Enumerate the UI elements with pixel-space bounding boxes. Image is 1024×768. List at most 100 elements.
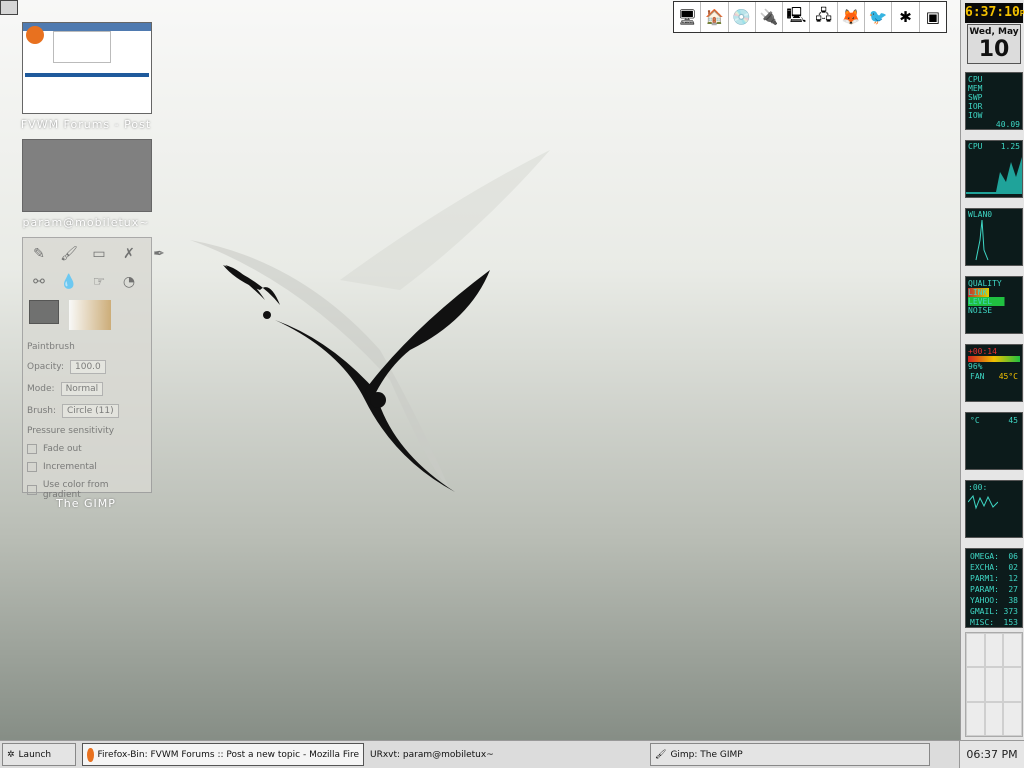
clone-tool-icon[interactable]: ⚯ (27, 270, 51, 294)
temp-value: 45 (1008, 416, 1018, 425)
quality-link: LINK (968, 288, 1020, 297)
quality-level: LEVEL (968, 297, 1020, 306)
minimized-gimp-window[interactable]: ✎ 🖌 ▭ ✗ ✒ ⚯ 💧 ☞ ◔ Paintbrush Opacity: 100… (22, 237, 165, 500)
taskbar-item-firefox-label: Firefox-Bin: FVWM Forums :: Post a new t… (97, 749, 359, 760)
network-icon[interactable]: 🖧 (810, 2, 838, 32)
battery-time: +00:14 (968, 347, 997, 356)
firefox-icon (26, 26, 44, 44)
corner-menu-button[interactable] (0, 0, 18, 15)
wlan-graph-applet: WLAN0 (965, 208, 1023, 266)
wallpaper-bird (190, 150, 550, 492)
cdrom-icon[interactable]: 💿 (729, 2, 756, 32)
pressure-expander[interactable]: Pressure sensitivity (27, 426, 114, 436)
mail-misc: MISC: (970, 618, 995, 627)
mail-omega: OMEGA: (970, 552, 999, 561)
plug-icon[interactable]: 🔌 (756, 2, 784, 32)
taskbar-item-gimp[interactable]: 🖌 Gimp: The GIMP (650, 743, 930, 766)
incremental-label: Incremental (43, 462, 97, 472)
top-launcher-bar: 🖥 🏠 💿 🔌 🖳 🖧 🦊 🐦 ✱ ▣ (673, 1, 947, 33)
right-dock: 6:37:10P Wed, May 10 CPU MEM SWP IOR IOW… (960, 0, 1024, 740)
taskbar-clock: 06:37 PM (959, 741, 1024, 768)
gimp-icon[interactable]: ✱ (892, 2, 920, 32)
taskbar-item-terminal[interactable]: URxvt: param@mobiletux~ (366, 743, 648, 766)
wireless-quality-applet: QUALITY LINK LEVEL NOISE (965, 276, 1023, 334)
gradient-checkbox[interactable] (27, 485, 37, 495)
paintbrush-tool-icon[interactable]: 🖌 (57, 242, 81, 266)
launch-button[interactable]: ✲ Launch (2, 743, 76, 766)
cpu-value: 1.25 (1000, 142, 1020, 151)
cpu-graph (966, 157, 1022, 194)
mail-param: PARAM: (970, 585, 999, 594)
mail-gmail: GMAIL: (970, 607, 999, 616)
launch-label: Launch (18, 749, 52, 760)
mail-parm1: PARM1: (970, 574, 999, 583)
battery-applet: +00:14 96% FAN 45°C (965, 344, 1023, 402)
ink-tool-icon[interactable]: ✒ (147, 242, 171, 266)
mail-yahoo: YAHOO: (970, 596, 999, 605)
taskbar-item-firefox[interactable]: Firefox-Bin: FVWM Forums :: Post a new t… (82, 743, 364, 766)
fan-label: FAN (970, 372, 985, 381)
fan-temp: 45°C (998, 372, 1018, 381)
calendar-applet[interactable]: Wed, May 10 (967, 24, 1021, 64)
calendar-date: 10 (978, 37, 1010, 62)
fade-checkbox[interactable] (27, 444, 37, 454)
mail-gmail-count: 373 (1003, 607, 1018, 616)
sysmon-swp: SWP (968, 93, 983, 102)
mail-applet[interactable]: OMEGA: 06 EXCHA: 02 PARM1: 12 PARAM: 27 YAHO… (965, 548, 1023, 628)
dodge-tool-icon[interactable]: ◔ (117, 270, 141, 294)
fade-label: Fade out (43, 444, 82, 454)
brush-preview[interactable] (69, 300, 111, 330)
dock-clock-time: 6:37:10 (965, 5, 1020, 20)
incremental-checkbox[interactable] (27, 462, 37, 472)
taskbar-item-gimp-label: Gimp: The GIMP (670, 749, 743, 760)
minimized-terminal-window[interactable] (22, 139, 152, 212)
mail-parm1-count: 12 (1008, 574, 1018, 583)
terminal-icon[interactable]: ▣ (920, 2, 946, 32)
minimized-firefox-label: FVWM Forums - Post (20, 118, 152, 131)
sysmon-ior: IOR (968, 102, 983, 111)
minimized-firefox-window[interactable] (22, 22, 152, 114)
thunderbird-icon[interactable]: 🐦 (865, 2, 893, 32)
blur-tool-icon[interactable]: 💧 (57, 270, 81, 294)
taskbar: ✲ Launch Firefox-Bin: FVWM Forums :: Pos… (0, 740, 1024, 768)
cpu-graph-applet: CPU 1.25 (965, 140, 1023, 198)
firefox-icon[interactable]: 🦊 (838, 2, 866, 32)
mail-omega-count: 06 (1008, 552, 1018, 561)
computer-icon[interactable]: 🖥 (674, 2, 702, 32)
firefox-icon (87, 747, 94, 762)
desktop-pager[interactable] (965, 632, 1023, 737)
mail-excha: EXCHA: (970, 563, 999, 572)
opacity-field[interactable]: 100.0 (70, 360, 106, 374)
eraser-tool-icon[interactable]: ▭ (87, 242, 111, 266)
battery-percent: 96% (968, 362, 983, 371)
brush-label: Brush: (27, 406, 57, 416)
quality-label: QUALITY (968, 279, 1002, 288)
dock-clock: 6:37:10P (965, 3, 1024, 23)
wlan-graph (975, 219, 989, 261)
mail-excha-count: 02 (1008, 563, 1018, 572)
monitor-icon[interactable]: 🖳 (783, 2, 811, 32)
temperature-applet: °C 45 (965, 412, 1023, 470)
sysmon-applet: CPU MEM SWP IOR IOW 40.09 (965, 72, 1023, 130)
mail-misc-count: 153 (1003, 618, 1018, 627)
brush-select[interactable]: Circle (11) (62, 404, 119, 418)
gimp-brush-icon: 🖌 (655, 749, 667, 760)
foreground-color-swatch[interactable] (29, 300, 59, 324)
dock-clock-suffix: P (1019, 9, 1024, 18)
airbrush-tool-icon[interactable]: ✗ (117, 242, 141, 266)
mode-select[interactable]: Normal (60, 382, 104, 396)
pencil-tool-icon[interactable]: ✎ (27, 242, 51, 266)
smudge-tool-icon[interactable]: ☞ (87, 270, 111, 294)
gear-icon: ✲ (7, 749, 15, 760)
mixer-wave (967, 494, 999, 510)
mixer-applet[interactable]: :00: (965, 480, 1023, 538)
sysmon-iow: IOW (968, 111, 983, 120)
gimp-tool-name: Paintbrush (27, 342, 75, 352)
quality-noise: NOISE (968, 306, 993, 315)
sysmon-cpu: CPU (968, 75, 983, 84)
sysmon-mem: MEM (968, 84, 983, 93)
mail-param-count: 27 (1008, 585, 1018, 594)
home-icon[interactable]: 🏠 (701, 2, 729, 32)
temp-unit: °C (970, 416, 980, 425)
mode-label: Mode: (27, 384, 55, 394)
